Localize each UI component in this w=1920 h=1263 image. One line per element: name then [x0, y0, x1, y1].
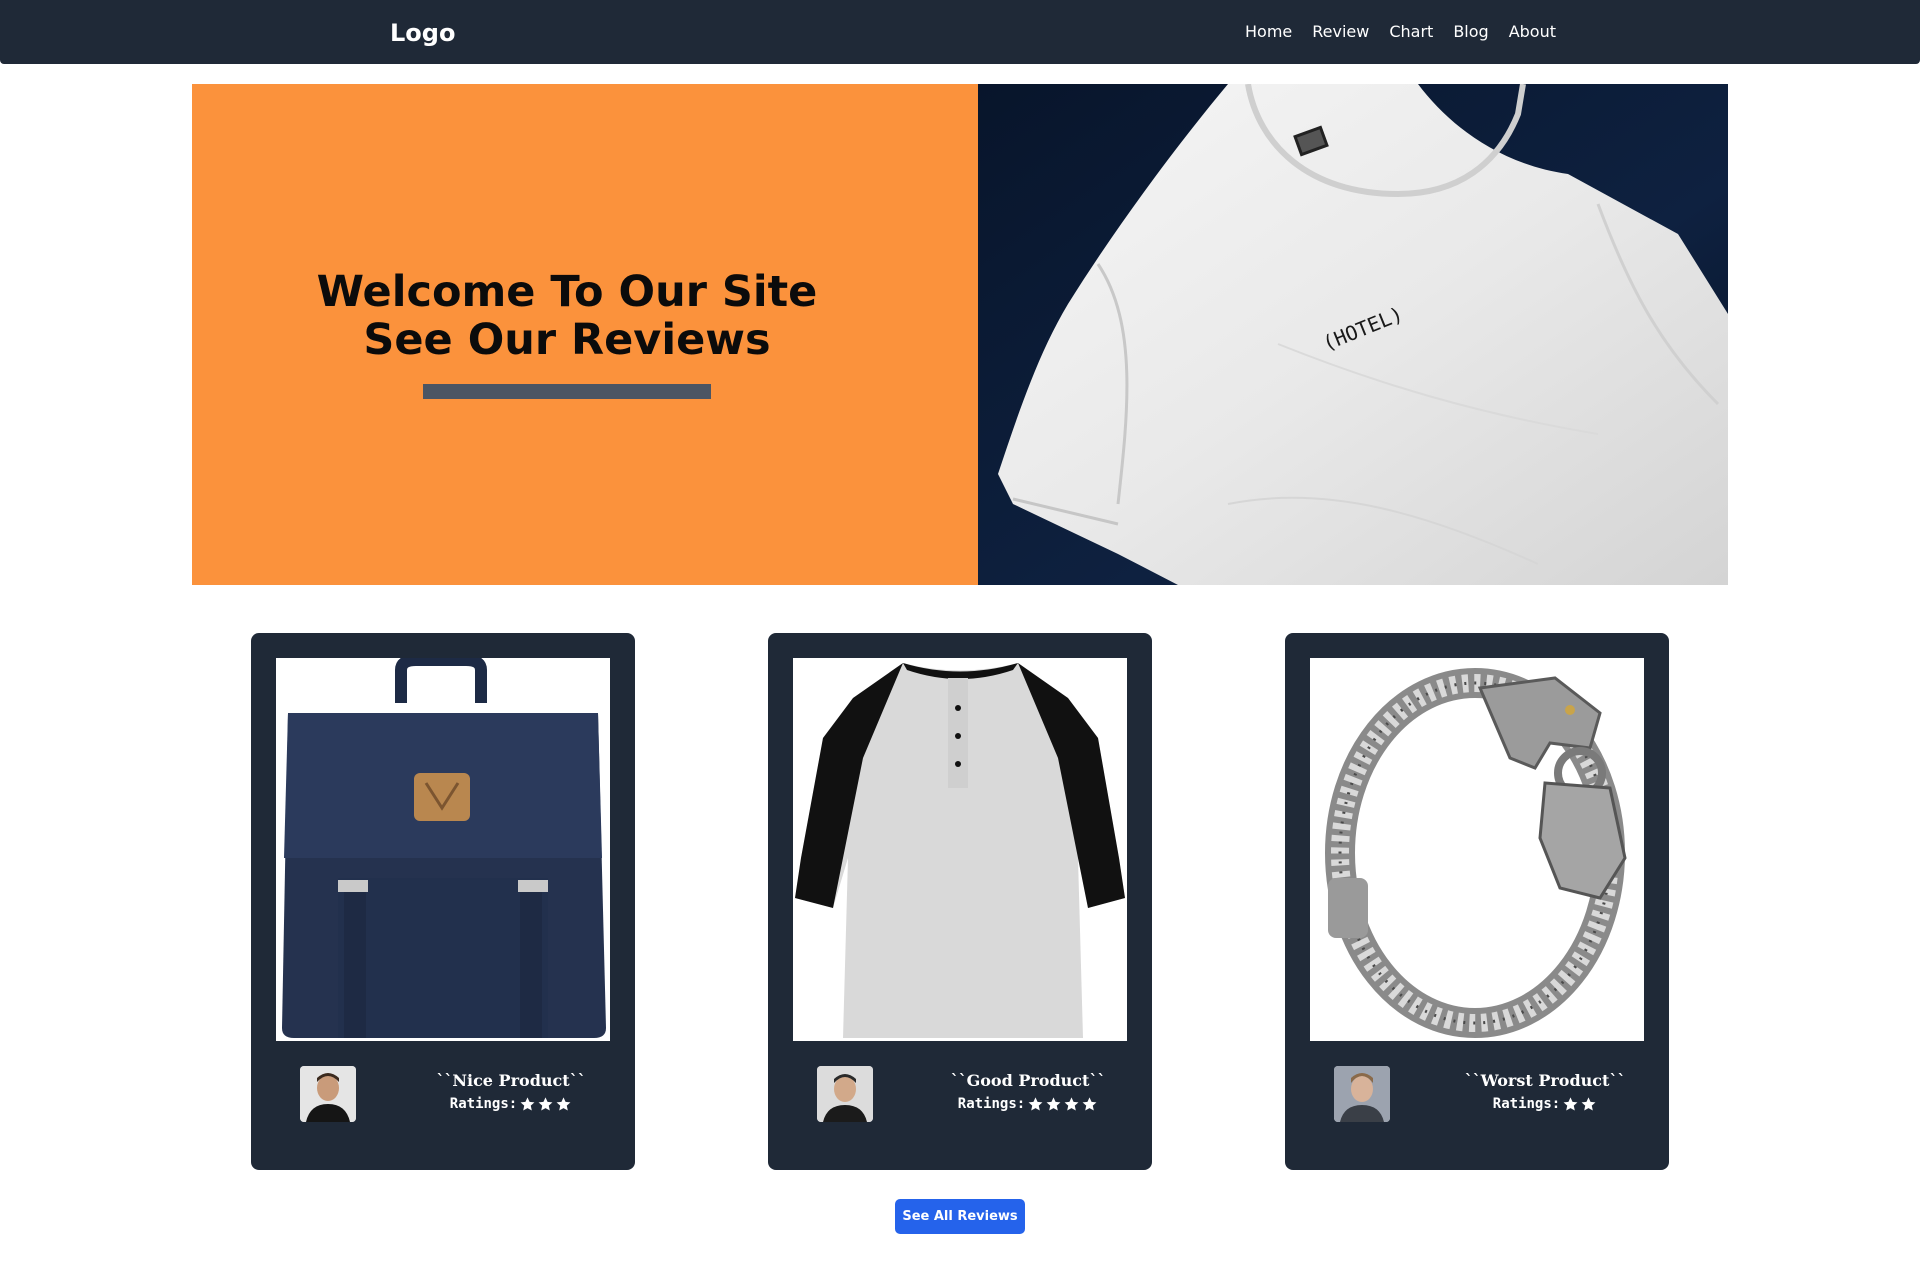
rating-stars [519, 1096, 572, 1113]
backpack-icon [276, 658, 610, 1041]
review-card: ``Good Product`` Ratings: [768, 633, 1152, 1170]
hero-image: (HOTEL) [978, 84, 1728, 585]
review-card: ``Worst Product`` Ratings: [1285, 633, 1669, 1170]
product-image [276, 658, 610, 1041]
review-card: ``Nice Product`` Ratings: [251, 633, 635, 1170]
hero-text-panel: Welcome To Our Site See Our Reviews [192, 84, 978, 585]
see-all-reviews-button[interactable]: See All Reviews [895, 1199, 1025, 1234]
review-quote: ``Nice Product`` [436, 1071, 586, 1090]
hero-title: Welcome To Our Site See Our Reviews [192, 268, 942, 364]
ratings-label: Ratings: [957, 1096, 1026, 1112]
hero-banner: Welcome To Our Site See Our Reviews (HOT… [192, 84, 1728, 585]
hero-title-line-1: Welcome To Our Site [316, 267, 818, 317]
hero-title-line-2: See Our Reviews [363, 315, 771, 365]
review-text: ``Worst Product`` Ratings: [1455, 1069, 1635, 1114]
hero-divider-bar [423, 384, 711, 399]
nav-links: Home Review Chart Blog About [1245, 21, 1556, 43]
logo[interactable]: Logo [390, 16, 455, 50]
tshirt-photo: (HOTEL) [978, 84, 1728, 585]
reviewer-avatar [300, 1066, 356, 1122]
rating-stars [1562, 1096, 1597, 1113]
ratings: Ratings: [421, 1094, 601, 1114]
person-icon [1334, 1066, 1390, 1122]
review-text: ``Nice Product`` Ratings: [421, 1069, 601, 1114]
reviewer-avatar [817, 1066, 873, 1122]
ratings: Ratings: [1455, 1094, 1635, 1114]
star-icon [556, 1096, 571, 1110]
nav-link-about[interactable]: About [1509, 21, 1556, 43]
ratings: Ratings: [938, 1094, 1118, 1114]
star-icon [1064, 1096, 1079, 1110]
star-icon [1563, 1096, 1578, 1110]
reviewer-avatar [1334, 1066, 1390, 1122]
raglan-shirt-icon [793, 658, 1127, 1041]
star-icon [520, 1096, 535, 1110]
star-icon [1581, 1096, 1596, 1110]
ratings-label: Ratings: [1492, 1096, 1561, 1112]
review-text: ``Good Product`` Ratings: [938, 1069, 1118, 1114]
product-image [1310, 658, 1644, 1041]
nav-link-review[interactable]: Review [1312, 21, 1369, 43]
nav-link-home[interactable]: Home [1245, 21, 1292, 43]
star-icon [1028, 1096, 1043, 1110]
star-icon [1082, 1096, 1097, 1110]
nav-link-chart[interactable]: Chart [1389, 21, 1433, 43]
navbar: Logo Home Review Chart Blog About [0, 0, 1920, 64]
star-icon [538, 1096, 553, 1110]
ratings-label: Ratings: [449, 1096, 518, 1112]
rating-stars [1027, 1096, 1098, 1113]
star-icon [1046, 1096, 1061, 1110]
chain-bracelet-icon [1310, 658, 1644, 1041]
person-icon [300, 1066, 356, 1122]
person-icon [817, 1066, 873, 1122]
review-quote: ``Good Product`` [950, 1071, 1106, 1090]
nav-link-blog[interactable]: Blog [1453, 21, 1488, 43]
review-quote: ``Worst Product`` [1464, 1071, 1626, 1090]
product-image [793, 658, 1127, 1041]
